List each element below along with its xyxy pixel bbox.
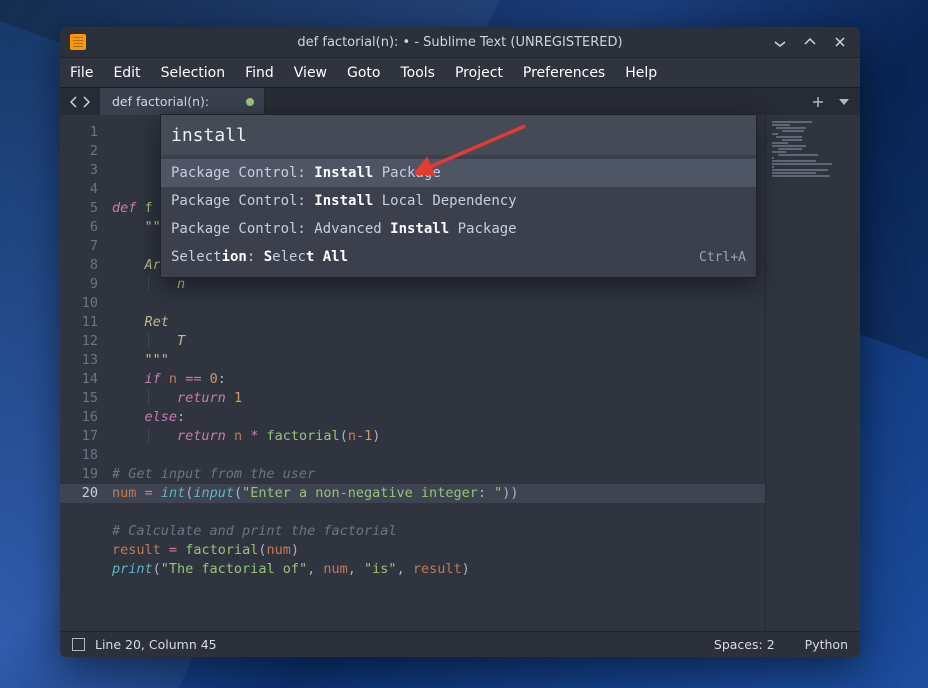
syntax-setting[interactable]: Python [805, 637, 848, 652]
code-line: print("The factorial of", num, "is", res… [112, 560, 765, 579]
command-palette-result[interactable]: Package Control: Advanced Install Packag… [161, 215, 756, 243]
command-palette-result-label: Selection: Select All [171, 249, 348, 265]
menu-preferences[interactable]: Preferences [513, 58, 615, 87]
line-number: 4 [60, 180, 98, 199]
titlebar: def factorial(n): • - Sublime Text (UNRE… [60, 27, 860, 57]
command-palette-result-label: Package Control: Advanced Install Packag… [171, 221, 517, 237]
menu-edit[interactable]: Edit [103, 58, 150, 87]
menu-find[interactable]: Find [235, 58, 284, 87]
tab-label: def factorial(n): [112, 94, 209, 109]
command-palette: install Package Control: Install Package… [160, 114, 757, 278]
menu-view[interactable]: View [284, 58, 337, 87]
window-controls [770, 32, 854, 52]
maximize-button[interactable] [800, 32, 820, 52]
minimap[interactable] [765, 115, 860, 631]
line-number-gutter: 1234567891011121314151617181920 [60, 115, 108, 631]
code-line: # Get input from the user [112, 465, 765, 484]
code-line: Ret [112, 313, 765, 332]
line-number: 20 [60, 484, 108, 503]
line-number: 14 [60, 370, 98, 389]
code-line: │ return 1 [112, 389, 765, 408]
code-line: # Calculate and print the factorial [112, 522, 765, 541]
tab-history-nav[interactable] [60, 88, 100, 115]
code-line: """ [112, 351, 765, 370]
code-line: result = factorial(num) [112, 541, 765, 560]
line-number: 10 [60, 294, 98, 313]
menu-project[interactable]: Project [445, 58, 513, 87]
command-palette-result-shortcut: Ctrl+A [699, 250, 746, 265]
line-number: 7 [60, 237, 98, 256]
line-number: 11 [60, 313, 98, 332]
command-palette-input[interactable]: install [161, 115, 756, 155]
line-number: 2 [60, 142, 98, 161]
line-number: 9 [60, 275, 98, 294]
tab-dropdown-button[interactable] [836, 94, 852, 110]
command-palette-result[interactable]: Package Control: Install Local Dependenc… [161, 187, 756, 215]
code-line [112, 294, 765, 313]
app-window: def factorial(n): • - Sublime Text (UNRE… [60, 27, 860, 657]
menu-file[interactable]: File [60, 58, 103, 87]
command-palette-result[interactable]: Selection: Select All Ctrl+A [161, 243, 756, 271]
line-number: 12 [60, 332, 98, 351]
line-number: 17 [60, 427, 98, 446]
line-number: 18 [60, 446, 98, 465]
line-number: 13 [60, 351, 98, 370]
new-tab-button[interactable] [810, 94, 826, 110]
command-palette-result-label: Package Control: Install Package [171, 165, 441, 181]
code-line: num = int(input("Enter a non-negative in… [112, 484, 765, 503]
line-number: 3 [60, 161, 98, 180]
close-button[interactable] [830, 32, 850, 52]
line-number: 19 [60, 465, 98, 484]
code-line: │ return n * factorial(n-1) [112, 427, 765, 446]
menu-selection[interactable]: Selection [151, 58, 236, 87]
line-number: 5 [60, 199, 98, 218]
line-number: 16 [60, 408, 98, 427]
line-number: 8 [60, 256, 98, 275]
menu-help[interactable]: Help [615, 58, 667, 87]
code-line [112, 503, 765, 522]
command-palette-results: Package Control: Install Package Package … [161, 155, 756, 277]
code-line [112, 446, 765, 465]
minimize-button[interactable] [770, 32, 790, 52]
code-line: else: [112, 408, 765, 427]
line-number: 1 [60, 123, 98, 142]
code-line: │ T [112, 332, 765, 351]
window-title: def factorial(n): • - Sublime Text (UNRE… [297, 35, 622, 50]
line-number: 6 [60, 218, 98, 237]
file-tab[interactable]: def factorial(n): [100, 88, 265, 115]
indentation-setting[interactable]: Spaces: 2 [714, 637, 775, 652]
command-palette-query: install [171, 125, 247, 146]
cursor-position[interactable]: Line 20, Column 45 [95, 637, 217, 652]
menu-goto[interactable]: Goto [337, 58, 390, 87]
code-line: if n == 0: [112, 370, 765, 389]
line-number: 15 [60, 389, 98, 408]
app-icon [70, 34, 86, 50]
panel-switcher-icon[interactable] [72, 638, 85, 651]
menu-tools[interactable]: Tools [390, 58, 445, 87]
command-palette-result[interactable]: Package Control: Install Package [161, 159, 756, 187]
tab-bar: def factorial(n): [60, 87, 860, 115]
editor-area: 1234567891011121314151617181920 def f ""… [60, 115, 860, 631]
menubar: FileEditSelectionFindViewGotoToolsProjec… [60, 57, 860, 87]
status-bar: Line 20, Column 45 Spaces: 2 Python [60, 631, 860, 657]
dirty-indicator-icon [246, 98, 254, 106]
command-palette-result-label: Package Control: Install Local Dependenc… [171, 193, 517, 209]
